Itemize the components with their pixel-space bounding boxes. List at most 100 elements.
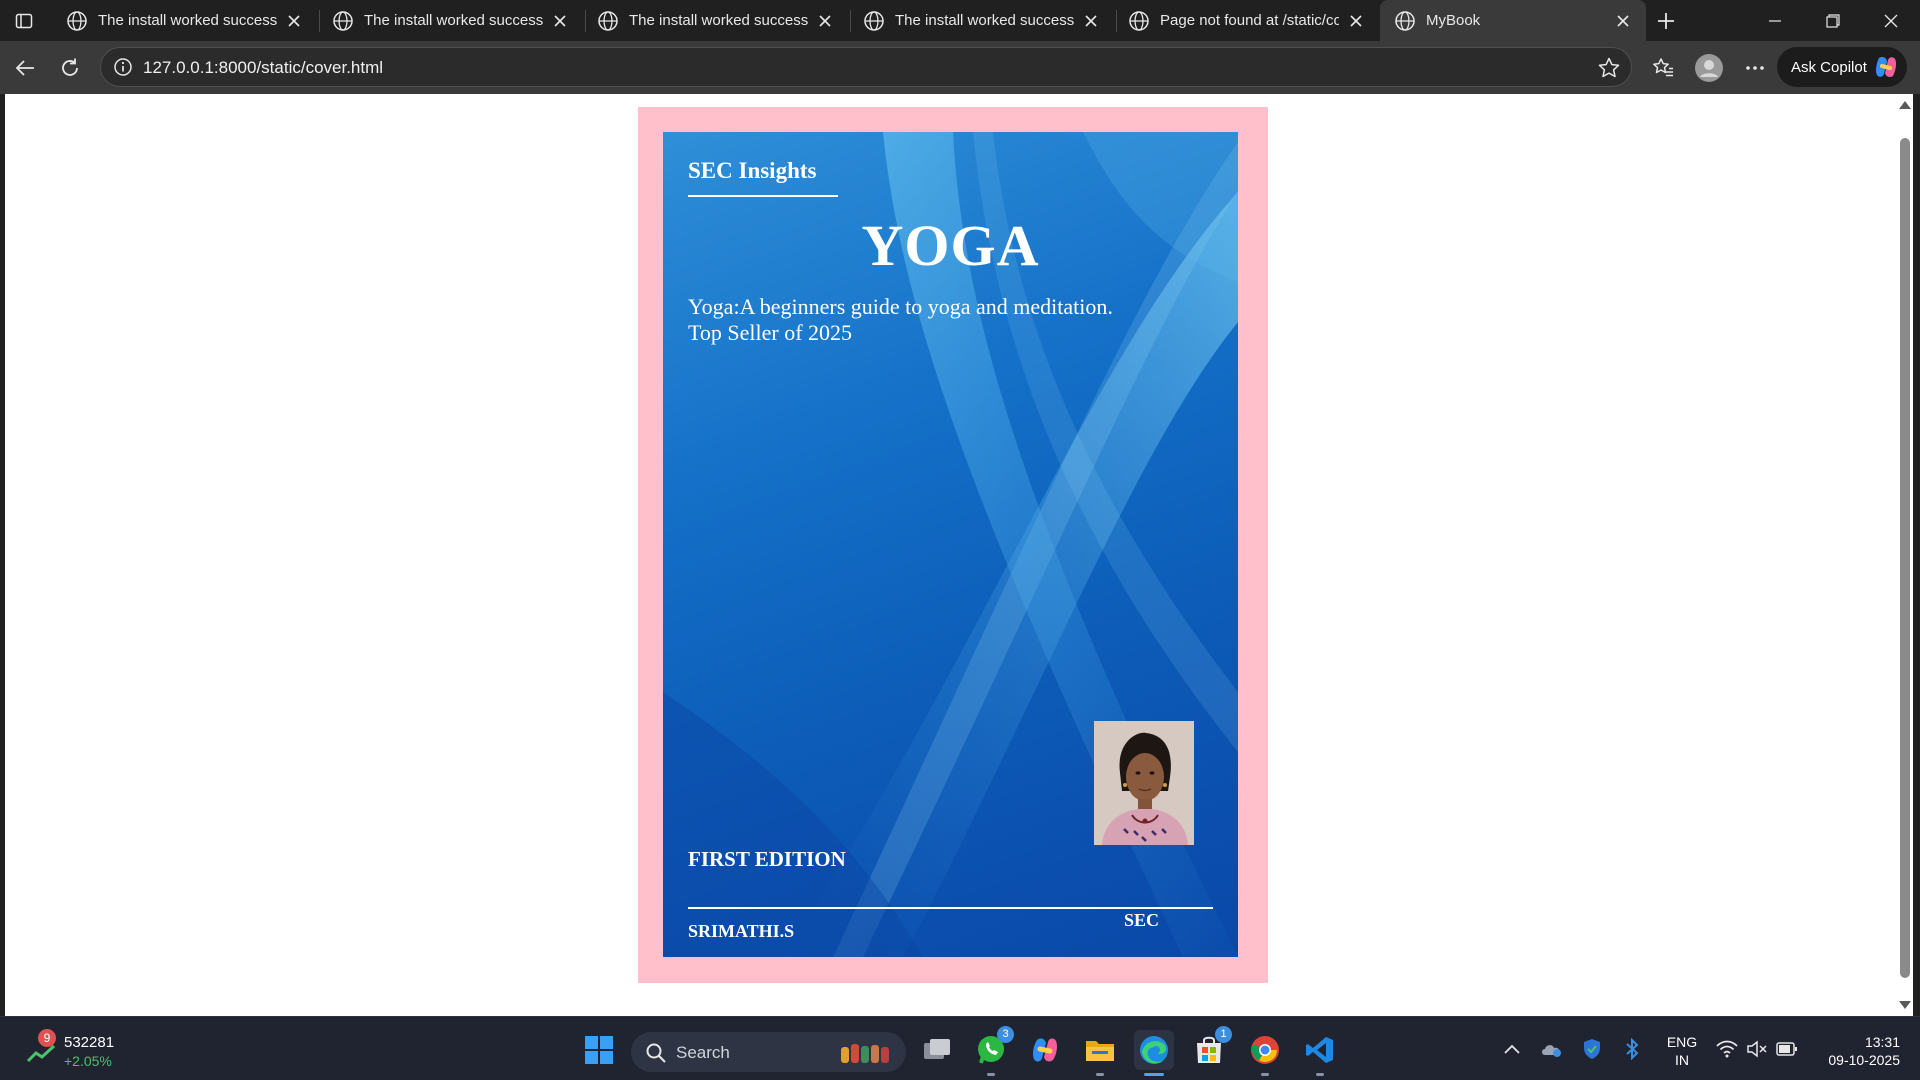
ask-copilot-button[interactable]: Ask Copilot (1777, 47, 1907, 87)
system-clock[interactable]: 13:31 09-10-2025 (1814, 1033, 1900, 1069)
cover-frame: SEC Insights YOGA Yoga:A beginners guide… (638, 107, 1268, 983)
page-viewport: SEC Insights YOGA Yoga:A beginners guide… (5, 94, 1896, 1016)
window-edge (1913, 94, 1920, 1016)
address-bar[interactable]: 127.0.0.1:8000/static/cover.html (100, 47, 1632, 87)
stock-chart-icon (26, 1044, 56, 1063)
more-menu-icon[interactable] (1740, 53, 1770, 83)
globe-icon (1395, 10, 1415, 31)
author-name: SRIMATHI.S (688, 921, 795, 941)
tab-strip: The install worked successfully! The ins… (0, 0, 1920, 41)
favorite-star-icon[interactable] (1597, 56, 1621, 80)
brand-underline (688, 195, 838, 197)
globe-icon (598, 10, 618, 31)
book-title: YOGA (861, 213, 1040, 278)
tab-2[interactable]: The install worked successfully! (318, 0, 583, 41)
file-explorer-icon[interactable] (1080, 1030, 1120, 1076)
taskbar: 9 532281 +2.05% Search 3 1 ENG IN 13:31 … (0, 1016, 1920, 1080)
book-subtitle: Yoga:A beginners guide to yoga and medit… (688, 294, 1208, 346)
subtitle-line: Top Seller of 2025 (688, 320, 853, 345)
close-window-button[interactable] (1862, 0, 1920, 41)
store-icon[interactable]: 1 (1189, 1026, 1232, 1070)
globe-icon (864, 10, 884, 31)
tab-title: The install worked successfully! (895, 12, 1074, 29)
tab-title: Page not found at /static/cover.html (1160, 12, 1339, 29)
battery-icon[interactable] (1773, 1035, 1801, 1063)
close-icon[interactable] (1080, 10, 1102, 32)
scroll-up-arrow-icon[interactable] (1899, 101, 1911, 109)
tab-title: The install worked successfully! (98, 12, 277, 29)
tab-mybook[interactable]: MyBook (1380, 0, 1646, 41)
vscode-icon[interactable] (1300, 1030, 1340, 1076)
language-indicator[interactable]: ENG IN (1664, 1033, 1700, 1069)
wifi-icon[interactable] (1713, 1035, 1741, 1063)
footer-divider (688, 907, 1213, 909)
book-cover: SEC Insights YOGA Yoga:A beginners guide… (663, 132, 1238, 957)
url-text[interactable]: 127.0.0.1:8000/static/cover.html (143, 58, 383, 78)
tab-actions-icon[interactable] (12, 9, 36, 33)
chevron-up-icon[interactable] (1498, 1035, 1526, 1063)
close-icon[interactable] (1345, 10, 1367, 32)
speaker-muted-icon[interactable] (1743, 1035, 1771, 1063)
tab-title: The install worked successfully! (629, 12, 808, 29)
language-code: ENG (1666, 1034, 1698, 1050)
minimize-button[interactable] (1746, 0, 1804, 41)
globe-icon (1129, 10, 1149, 31)
stock-badge: 9 (38, 1029, 56, 1047)
edition-label: FIRST EDITION (688, 847, 846, 871)
tab-4[interactable]: The install worked successfully! (849, 0, 1114, 41)
refresh-icon[interactable] (55, 53, 85, 83)
tab-title: The install worked successfully! (364, 12, 543, 29)
active-indicator (1144, 1073, 1164, 1076)
running-indicator (1261, 1073, 1269, 1076)
whatsapp-badge: 3 (997, 1026, 1014, 1043)
copilot-app-icon[interactable] (1025, 1030, 1065, 1070)
new-tab-button[interactable] (1652, 8, 1680, 34)
search-highlight-icon (841, 1044, 889, 1063)
tab-5[interactable]: Page not found at /static/cover.html (1114, 0, 1379, 41)
stock-change: +2.05% (64, 1053, 112, 1069)
close-icon[interactable] (549, 10, 571, 32)
back-arrow-icon[interactable] (10, 53, 40, 83)
region-code: IN (1675, 1052, 1689, 1068)
stock-value: 532281 (64, 1034, 115, 1051)
bluetooth-icon[interactable] (1618, 1035, 1646, 1063)
security-shield-icon[interactable] (1578, 1035, 1606, 1063)
copilot-label: Ask Copilot (1791, 58, 1867, 76)
tab-3[interactable]: The install worked successfully! (583, 0, 848, 41)
task-view-icon[interactable] (917, 1030, 957, 1070)
running-indicator (987, 1073, 995, 1076)
onedrive-icon[interactable] (1538, 1035, 1566, 1063)
tab-title: MyBook (1426, 12, 1481, 29)
store-badge: 1 (1215, 1026, 1232, 1043)
stock-widget[interactable]: 9 532281 +2.05% (24, 1029, 124, 1071)
favorites-icon[interactable] (1648, 53, 1678, 83)
close-icon[interactable] (814, 10, 836, 32)
brand-label: SEC Insights (688, 158, 817, 183)
search-label: Search (676, 1043, 730, 1062)
clock-date: 09-10-2025 (1828, 1052, 1900, 1068)
subtitle-line: Yoga:A beginners guide to yoga and medit… (688, 294, 1113, 319)
browser-toolbar: 127.0.0.1:8000/static/cover.html Ask Cop… (0, 41, 1920, 94)
search-icon (646, 1043, 666, 1063)
chrome-icon[interactable] (1245, 1030, 1285, 1076)
running-indicator (1096, 1073, 1104, 1076)
start-button[interactable] (579, 1030, 619, 1070)
restore-button[interactable] (1804, 0, 1862, 41)
site-info-icon[interactable] (113, 57, 133, 77)
close-icon[interactable] (283, 10, 305, 32)
profile-avatar[interactable] (1694, 53, 1724, 83)
author-photo (1094, 721, 1194, 845)
globe-icon (67, 10, 87, 31)
tab-1[interactable]: The install worked successfully! (52, 0, 317, 41)
publisher-label: SEC (1124, 910, 1160, 930)
whatsapp-icon[interactable]: 3 (971, 1026, 1014, 1076)
close-icon[interactable] (1612, 10, 1634, 32)
edge-icon[interactable] (1134, 1030, 1174, 1076)
vertical-scrollbar[interactable] (1896, 94, 1913, 1016)
clock-time: 13:31 (1864, 1034, 1900, 1050)
running-indicator (1316, 1073, 1324, 1076)
scroll-down-arrow-icon[interactable] (1899, 1001, 1911, 1009)
scrollbar-thumb[interactable] (1900, 138, 1910, 978)
copilot-icon (1875, 57, 1897, 77)
taskbar-search[interactable]: Search (631, 1032, 906, 1072)
